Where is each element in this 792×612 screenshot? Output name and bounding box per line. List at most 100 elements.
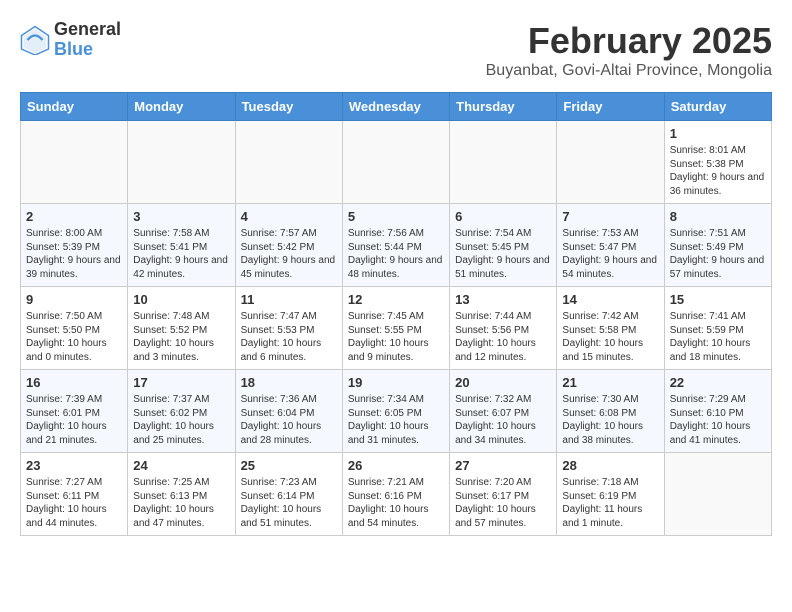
day-info: Sunrise: 7:30 AM Sunset: 6:08 PM Dayligh… [562, 393, 658, 447]
day-info: Sunrise: 7:56 AM Sunset: 5:44 PM Dayligh… [348, 227, 444, 281]
day-info: Sunrise: 7:21 AM Sunset: 6:16 PM Dayligh… [348, 476, 444, 530]
calendar-cell: 14 Sunrise: 7:42 AM Sunset: 5:58 PM Dayli… [557, 287, 664, 370]
calendar-cell: 11 Sunrise: 7:47 AM Sunset: 5:53 PM Dayli… [235, 287, 342, 370]
calendar-cell: 3 Sunrise: 7:58 AM Sunset: 5:41 PM Daylig… [128, 204, 235, 287]
day-number: 23 [26, 458, 122, 473]
calendar-cell: 26 Sunrise: 7:21 AM Sunset: 6:16 PM Dayli… [342, 453, 449, 536]
day-info: Sunrise: 7:29 AM Sunset: 6:10 PM Dayligh… [670, 393, 766, 447]
calendar-cell: 12 Sunrise: 7:45 AM Sunset: 5:55 PM Dayli… [342, 287, 449, 370]
calendar-cell: 9 Sunrise: 7:50 AM Sunset: 5:50 PM Daylig… [21, 287, 128, 370]
day-info: Sunrise: 7:51 AM Sunset: 5:49 PM Dayligh… [670, 227, 766, 281]
weekday-header-sunday: Sunday [21, 93, 128, 121]
calendar-cell: 1 Sunrise: 8:01 AM Sunset: 5:38 PM Daylig… [664, 121, 771, 204]
calendar-cell [450, 121, 557, 204]
day-info: Sunrise: 7:41 AM Sunset: 5:59 PM Dayligh… [670, 310, 766, 364]
calendar-week-row: 23 Sunrise: 7:27 AM Sunset: 6:11 PM Dayli… [21, 453, 772, 536]
day-number: 2 [26, 209, 122, 224]
logo-icon [20, 25, 50, 55]
day-number: 19 [348, 375, 444, 390]
day-info: Sunrise: 8:01 AM Sunset: 5:38 PM Dayligh… [670, 144, 766, 198]
calendar-cell: 24 Sunrise: 7:25 AM Sunset: 6:13 PM Dayli… [128, 453, 235, 536]
calendar-cell [664, 453, 771, 536]
page-header: General Blue February 2025 Buyanbat, Gov… [20, 20, 772, 80]
calendar-cell [128, 121, 235, 204]
calendar-cell: 17 Sunrise: 7:37 AM Sunset: 6:02 PM Dayli… [128, 370, 235, 453]
calendar-week-row: 16Sunrise: 7:39 AM Sunset: 6:01 PM Dayli… [21, 370, 772, 453]
day-number: 18 [241, 375, 337, 390]
day-info: Sunrise: 7:25 AM Sunset: 6:13 PM Dayligh… [133, 476, 229, 530]
day-info: Sunrise: 7:27 AM Sunset: 6:11 PM Dayligh… [26, 476, 122, 530]
calendar-cell: 4 Sunrise: 7:57 AM Sunset: 5:42 PM Daylig… [235, 204, 342, 287]
day-number: 15 [670, 292, 766, 307]
day-info: Sunrise: 7:58 AM Sunset: 5:41 PM Dayligh… [133, 227, 229, 281]
day-number: 13 [455, 292, 551, 307]
day-number: 10 [133, 292, 229, 307]
month-title: February 2025 [486, 20, 772, 62]
calendar-cell: 16Sunrise: 7:39 AM Sunset: 6:01 PM Dayli… [21, 370, 128, 453]
day-number: 27 [455, 458, 551, 473]
day-number: 1 [670, 126, 766, 141]
day-info: Sunrise: 7:57 AM Sunset: 5:42 PM Dayligh… [241, 227, 337, 281]
calendar-cell: 7Sunrise: 7:53 AM Sunset: 5:47 PM Daylig… [557, 204, 664, 287]
day-number: 5 [348, 209, 444, 224]
day-number: 17 [133, 375, 229, 390]
day-info: Sunrise: 7:44 AM Sunset: 5:56 PM Dayligh… [455, 310, 551, 364]
weekday-header-friday: Friday [557, 93, 664, 121]
calendar-cell: 6Sunrise: 7:54 AM Sunset: 5:45 PM Daylig… [450, 204, 557, 287]
title-block: February 2025 Buyanbat, Govi-Altai Provi… [486, 20, 772, 80]
day-number: 8 [670, 209, 766, 224]
day-info: Sunrise: 7:20 AM Sunset: 6:17 PM Dayligh… [455, 476, 551, 530]
weekday-header-thursday: Thursday [450, 93, 557, 121]
calendar-cell: 19 Sunrise: 7:34 AM Sunset: 6:05 PM Dayli… [342, 370, 449, 453]
day-number: 14 [562, 292, 658, 307]
day-number: 4 [241, 209, 337, 224]
day-info: Sunrise: 7:48 AM Sunset: 5:52 PM Dayligh… [133, 310, 229, 364]
calendar-cell: 18 Sunrise: 7:36 AM Sunset: 6:04 PM Dayli… [235, 370, 342, 453]
calendar-cell [21, 121, 128, 204]
calendar-week-row: 2 Sunrise: 8:00 AM Sunset: 5:39 PM Daylig… [21, 204, 772, 287]
day-info: Sunrise: 7:36 AM Sunset: 6:04 PM Dayligh… [241, 393, 337, 447]
day-info: Sunrise: 7:45 AM Sunset: 5:55 PM Dayligh… [348, 310, 444, 364]
day-info: Sunrise: 8:00 AM Sunset: 5:39 PM Dayligh… [26, 227, 122, 281]
day-number: 11 [241, 292, 337, 307]
calendar-cell [557, 121, 664, 204]
weekday-header-row: SundayMondayTuesdayWednesdayThursdayFrid… [21, 93, 772, 121]
calendar-cell: 28 Sunrise: 7:18 AM Sunset: 6:19 PM Dayli… [557, 453, 664, 536]
day-info: Sunrise: 7:37 AM Sunset: 6:02 PM Dayligh… [133, 393, 229, 447]
day-info: Sunrise: 7:50 AM Sunset: 5:50 PM Dayligh… [26, 310, 122, 364]
calendar-cell: 10 Sunrise: 7:48 AM Sunset: 5:52 PM Dayli… [128, 287, 235, 370]
calendar-table: SundayMondayTuesdayWednesdayThursdayFrid… [20, 92, 772, 536]
day-info: Sunrise: 7:23 AM Sunset: 6:14 PM Dayligh… [241, 476, 337, 530]
calendar-cell: 13 Sunrise: 7:44 AM Sunset: 5:56 PM Dayli… [450, 287, 557, 370]
day-info: Sunrise: 7:18 AM Sunset: 6:19 PM Dayligh… [562, 476, 658, 530]
day-info: Sunrise: 7:47 AM Sunset: 5:53 PM Dayligh… [241, 310, 337, 364]
calendar-cell: 2 Sunrise: 8:00 AM Sunset: 5:39 PM Daylig… [21, 204, 128, 287]
day-number: 25 [241, 458, 337, 473]
location-subtitle: Buyanbat, Govi-Altai Province, Mongolia [486, 62, 772, 80]
logo: General Blue [20, 20, 121, 60]
day-info: Sunrise: 7:34 AM Sunset: 6:05 PM Dayligh… [348, 393, 444, 447]
calendar-cell [235, 121, 342, 204]
day-number: 22 [670, 375, 766, 390]
calendar-cell: 22 Sunrise: 7:29 AM Sunset: 6:10 PM Dayli… [664, 370, 771, 453]
calendar-cell: 21 Sunrise: 7:30 AM Sunset: 6:08 PM Dayli… [557, 370, 664, 453]
calendar-week-row: 9 Sunrise: 7:50 AM Sunset: 5:50 PM Daylig… [21, 287, 772, 370]
weekday-header-monday: Monday [128, 93, 235, 121]
day-info: Sunrise: 7:32 AM Sunset: 6:07 PM Dayligh… [455, 393, 551, 447]
logo-general-text: General [54, 20, 121, 40]
day-number: 12 [348, 292, 444, 307]
day-info: Sunrise: 7:39 AM Sunset: 6:01 PM Dayligh… [26, 393, 122, 447]
calendar-cell: 27 Sunrise: 7:20 AM Sunset: 6:17 PM Dayli… [450, 453, 557, 536]
day-number: 9 [26, 292, 122, 307]
logo-blue-text: Blue [54, 40, 121, 60]
day-number: 26 [348, 458, 444, 473]
day-number: 24 [133, 458, 229, 473]
calendar-cell: 8 Sunrise: 7:51 AM Sunset: 5:49 PM Daylig… [664, 204, 771, 287]
day-info: Sunrise: 7:54 AM Sunset: 5:45 PM Dayligh… [455, 227, 551, 281]
calendar-week-row: 1 Sunrise: 8:01 AM Sunset: 5:38 PM Daylig… [21, 121, 772, 204]
day-info: Sunrise: 7:42 AM Sunset: 5:58 PM Dayligh… [562, 310, 658, 364]
day-number: 3 [133, 209, 229, 224]
day-number: 21 [562, 375, 658, 390]
day-number: 28 [562, 458, 658, 473]
calendar-cell: 25 Sunrise: 7:23 AM Sunset: 6:14 PM Dayli… [235, 453, 342, 536]
